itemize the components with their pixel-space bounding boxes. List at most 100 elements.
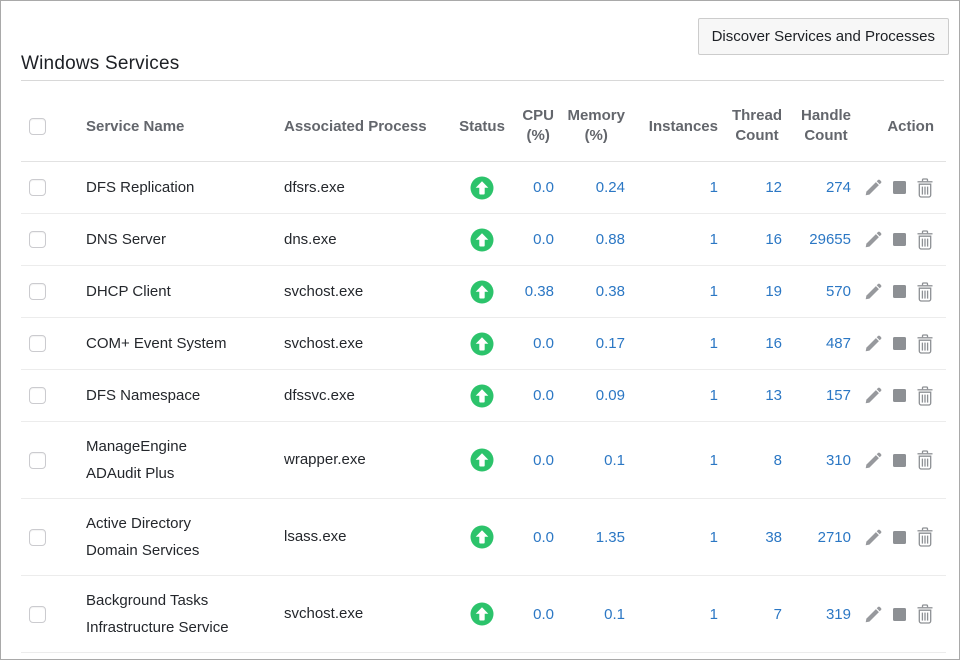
edit-icon[interactable] <box>864 334 883 353</box>
row-checkbox[interactable] <box>29 387 46 404</box>
service-name: COM+ Event System <box>86 330 226 357</box>
edit-icon[interactable] <box>864 451 883 470</box>
thread-count-value[interactable]: 7 <box>774 606 782 623</box>
thread-count-value[interactable]: 12 <box>765 179 782 196</box>
memory-value[interactable]: 0.17 <box>596 335 625 352</box>
row-checkbox[interactable] <box>29 335 46 352</box>
row-checkbox[interactable] <box>29 529 46 546</box>
instances-value[interactable]: 1 <box>710 335 718 352</box>
col-header-cpu[interactable]: CPU (%) <box>510 106 554 146</box>
discover-services-button[interactable]: Discover Services and Processes <box>698 18 949 55</box>
service-name: DHCP Client <box>86 278 171 305</box>
handle-count-value[interactable]: 157 <box>826 387 851 404</box>
select-all-checkbox[interactable] <box>29 118 46 135</box>
instances-value[interactable]: 1 <box>710 529 718 546</box>
associated-process: wrapper.exe <box>284 450 366 470</box>
associated-process: dfssvc.exe <box>284 386 355 406</box>
associated-process: svchost.exe <box>284 334 363 354</box>
handle-count-value[interactable]: 319 <box>826 606 851 623</box>
thread-count-value[interactable]: 13 <box>765 387 782 404</box>
table-body: DFS Replication dfsrs.exe 0.0 0.24 1 12 … <box>21 162 946 653</box>
status-up-icon <box>470 602 494 626</box>
col-header-service-name[interactable]: Service Name <box>73 118 269 135</box>
windows-services-table: Service Name Associated Process Status C… <box>21 91 946 653</box>
instances-value[interactable]: 1 <box>710 283 718 300</box>
stop-icon[interactable] <box>892 388 907 403</box>
edit-icon[interactable] <box>864 282 883 301</box>
thread-count-value[interactable]: 19 <box>765 283 782 300</box>
row-checkbox[interactable] <box>29 606 46 623</box>
thread-count-value[interactable]: 16 <box>765 335 782 352</box>
cpu-value[interactable]: 0.0 <box>533 231 554 248</box>
memory-value[interactable]: 1.35 <box>596 529 625 546</box>
status-up-icon <box>470 176 494 200</box>
memory-value[interactable]: 0.1 <box>604 452 625 469</box>
delete-icon[interactable] <box>916 178 934 198</box>
col-header-memory[interactable]: Memory (%) <box>554 106 625 146</box>
service-name: Background TasksInfrastructure Service <box>86 587 229 641</box>
stop-icon[interactable] <box>892 607 907 622</box>
instances-value[interactable]: 1 <box>710 179 718 196</box>
associated-process: dns.exe <box>284 230 337 250</box>
row-checkbox[interactable] <box>29 283 46 300</box>
service-name: DFS Namespace <box>86 382 200 409</box>
table-row: DNS Server dns.exe 0.0 0.88 1 16 29655 <box>21 214 946 266</box>
stop-icon[interactable] <box>892 284 907 299</box>
stop-icon[interactable] <box>892 336 907 351</box>
handle-count-value[interactable]: 29655 <box>809 231 851 248</box>
table-row: DHCP Client svchost.exe 0.38 0.38 1 19 5… <box>21 266 946 318</box>
instances-value[interactable]: 1 <box>710 387 718 404</box>
instances-value[interactable]: 1 <box>710 606 718 623</box>
delete-icon[interactable] <box>916 386 934 406</box>
memory-value[interactable]: 0.88 <box>596 231 625 248</box>
stop-icon[interactable] <box>892 453 907 468</box>
instances-value[interactable]: 1 <box>710 231 718 248</box>
cpu-value[interactable]: 0.0 <box>533 387 554 404</box>
edit-icon[interactable] <box>864 528 883 547</box>
edit-icon[interactable] <box>864 605 883 624</box>
col-header-instances[interactable]: Instances <box>625 118 718 135</box>
delete-icon[interactable] <box>916 334 934 354</box>
handle-count-value[interactable]: 274 <box>826 179 851 196</box>
title-divider <box>21 80 944 81</box>
cpu-value[interactable]: 0.0 <box>533 335 554 352</box>
cpu-value[interactable]: 0.38 <box>525 283 554 300</box>
stop-icon[interactable] <box>892 530 907 545</box>
row-checkbox[interactable] <box>29 452 46 469</box>
table-header-row: Service Name Associated Process Status C… <box>21 91 946 162</box>
memory-value[interactable]: 0.38 <box>596 283 625 300</box>
edit-icon[interactable] <box>864 178 883 197</box>
memory-value[interactable]: 0.09 <box>596 387 625 404</box>
col-header-thread-count[interactable]: Thread Count <box>718 106 782 146</box>
memory-value[interactable]: 0.24 <box>596 179 625 196</box>
cpu-value[interactable]: 0.0 <box>533 452 554 469</box>
delete-icon[interactable] <box>916 282 934 302</box>
cpu-value[interactable]: 0.0 <box>533 606 554 623</box>
delete-icon[interactable] <box>916 604 934 624</box>
edit-icon[interactable] <box>864 386 883 405</box>
associated-process: lsass.exe <box>284 527 347 547</box>
delete-icon[interactable] <box>916 527 934 547</box>
thread-count-value[interactable]: 16 <box>765 231 782 248</box>
delete-icon[interactable] <box>916 230 934 250</box>
memory-value[interactable]: 0.1 <box>604 606 625 623</box>
col-header-status[interactable]: Status <box>454 118 510 135</box>
col-header-associated-process[interactable]: Associated Process <box>269 118 454 135</box>
handle-count-value[interactable]: 310 <box>826 452 851 469</box>
handle-count-value[interactable]: 570 <box>826 283 851 300</box>
cpu-value[interactable]: 0.0 <box>533 529 554 546</box>
thread-count-value[interactable]: 8 <box>774 452 782 469</box>
stop-icon[interactable] <box>892 180 907 195</box>
cpu-value[interactable]: 0.0 <box>533 179 554 196</box>
handle-count-value[interactable]: 2710 <box>818 529 851 546</box>
service-name: ManageEngineADAudit Plus <box>86 433 187 487</box>
row-checkbox[interactable] <box>29 179 46 196</box>
edit-icon[interactable] <box>864 230 883 249</box>
instances-value[interactable]: 1 <box>710 452 718 469</box>
handle-count-value[interactable]: 487 <box>826 335 851 352</box>
row-checkbox[interactable] <box>29 231 46 248</box>
stop-icon[interactable] <box>892 232 907 247</box>
col-header-handle-count[interactable]: Handle Count <box>782 106 851 146</box>
delete-icon[interactable] <box>916 450 934 470</box>
thread-count-value[interactable]: 38 <box>765 529 782 546</box>
